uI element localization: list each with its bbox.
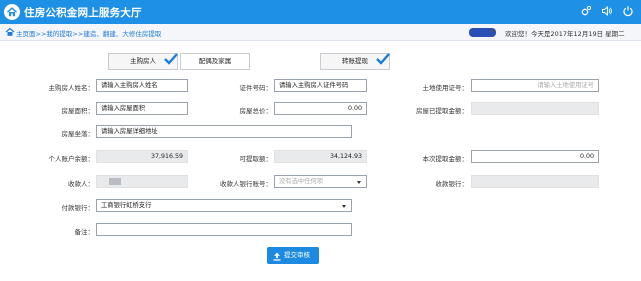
housing-fund-logo-icon [4, 4, 20, 20]
payee-label: 收款人： [68, 180, 94, 188]
app-header: 住房公积金网上服务大厅 [0, 0, 641, 24]
land-cert-input[interactable]: 请输入土地使用证号 [471, 79, 599, 92]
house-area-input[interactable]: 请输入房屋面积 [96, 102, 188, 115]
breadcrumb-current: 建造、翻建、大修住房提取 [83, 30, 162, 38]
welcome-text: 欢迎您！今天是2017年12月19日 星期二 [505, 30, 625, 38]
house-location-label: 房屋坐落： [61, 130, 95, 138]
volume-icon[interactable] [601, 5, 613, 17]
withdrawable-value: 34,124.93 [274, 150, 367, 163]
buyer-name-input[interactable]: 请输入主购房人姓名 [96, 79, 188, 92]
payee-account-select[interactable]: 没有选中任何项 [274, 175, 367, 188]
land-cert-label: 土地使用证号： [422, 84, 469, 92]
redacted-name-mask [109, 178, 121, 185]
house-location-input[interactable]: 请输入房屋详细地址 [96, 125, 352, 138]
this-withdraw-input[interactable]: 0.00 [471, 150, 599, 163]
account-balance-label: 个人账户余额： [48, 155, 95, 163]
transfer-withdraw-toggle[interactable]: 转账提现 [320, 53, 390, 70]
power-icon[interactable] [622, 5, 634, 17]
main-buyer-label: 主购房人 [130, 57, 156, 65]
payee-bank-value [471, 175, 599, 188]
check-icon [163, 52, 179, 72]
spouse-family-toggle[interactable]: 配偶及家属 [180, 53, 250, 70]
breadcrumb-my-withdraw[interactable]: 我的提取 [46, 30, 72, 38]
chevron-down-icon[interactable] [490, 30, 494, 33]
submit-review-label: 提交审核 [284, 251, 310, 259]
house-price-input[interactable]: 0.00 [274, 102, 367, 115]
main-buyer-toggle[interactable]: 主购房人 [108, 53, 178, 70]
chevron-down-icon [357, 181, 361, 184]
breadcrumb-separator: >> [35, 30, 47, 38]
id-number-label: 证件号码： [239, 84, 273, 92]
upload-icon [273, 251, 281, 261]
id-number-input[interactable]: 请输入主购房人证件号码 [274, 79, 367, 92]
spouse-family-label: 配偶及家属 [198, 57, 232, 65]
remark-label: 备注： [74, 228, 95, 236]
house-price-label: 房屋总价： [239, 107, 273, 115]
breadcrumb-separator: >> [72, 30, 84, 38]
pay-bank-select[interactable]: 工商银行虹桥支行 [96, 199, 352, 212]
home-icon[interactable] [5, 27, 15, 37]
payee-value [96, 175, 188, 188]
chevron-down-icon [342, 205, 346, 208]
payee-account-label: 收款人银行账号： [220, 180, 272, 188]
house-area-label: 房屋面积： [61, 107, 95, 115]
pay-bank-label: 付款银行： [61, 204, 95, 212]
check-icon [375, 52, 391, 72]
house-withdrawn-label: 房屋已提取金额： [416, 107, 468, 115]
buyer-name-label: 主购房人姓名： [48, 84, 95, 92]
payee-account-placeholder: 没有选中任何项 [279, 178, 324, 185]
breadcrumb-home[interactable]: 主页面 [16, 30, 36, 38]
submit-review-button[interactable]: 提交审核 [267, 247, 319, 264]
payee-bank-label: 收款银行： [435, 180, 469, 188]
account-balance-value: 37,916.59 [96, 150, 188, 163]
remark-input[interactable] [96, 223, 352, 236]
app-title: 住房公积金网上服务大厅 [24, 7, 142, 19]
settings-icon[interactable] [580, 5, 592, 17]
house-withdrawn-input [471, 102, 599, 115]
this-withdraw-label: 本次提取金额： [422, 155, 469, 163]
pay-bank-selected: 工商银行虹桥支行 [101, 202, 152, 209]
breadcrumb: 主页面>>我的提取>>建造、翻建、大修住房提取 [16, 28, 161, 38]
transfer-withdraw-label: 转账提现 [342, 57, 368, 65]
withdrawable-label: 可提取额： [239, 155, 273, 163]
nav-bar: 主页面>>我的提取>>建造、翻建、大修住房提取 欢迎您！今天是2017年12月1… [0, 24, 641, 41]
